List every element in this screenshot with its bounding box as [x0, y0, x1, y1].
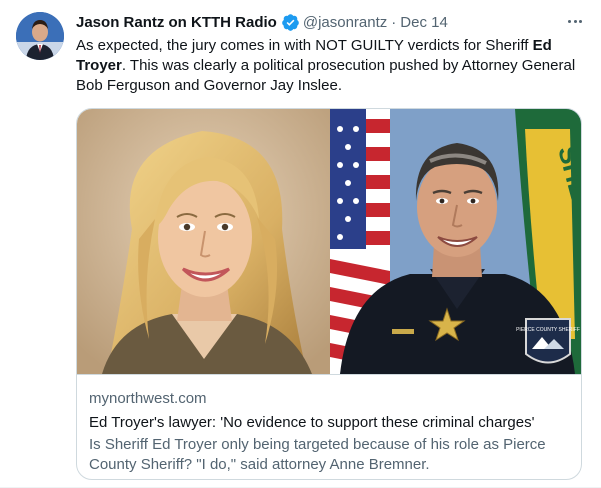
- portrait-sheriff-image: SHERIFF PIERCE COUNTY SHERIFF: [330, 109, 581, 374]
- link-card[interactable]: SHERIFF PIERCE COUNTY SHERIFF mynorthwes…: [76, 108, 582, 480]
- link-card-title: Ed Troyer's lawyer: 'No evidence to supp…: [89, 414, 535, 431]
- patch-text: PIERCE COUNTY SHERIFF: [516, 327, 580, 333]
- tweet[interactable]: Jason Rantz on KTTH Radio @jasonrantz · …: [0, 0, 601, 488]
- tweet-text-part1: As expected, the jury comes in with NOT …: [76, 37, 533, 54]
- profile-avatar-icon: [16, 12, 64, 60]
- link-card-domain: mynorthwest.com: [89, 390, 207, 407]
- tweet-date[interactable]: Dec 14: [400, 14, 448, 31]
- header-separator: ·: [391, 13, 397, 31]
- link-card-description: Is Sheriff Ed Troyer only being targeted…: [89, 436, 546, 473]
- tweet-header: Jason Rantz on KTTH Radio @jasonrantz · …: [76, 12, 586, 32]
- tweet-text-part2: . This was clearly a political prosecuti…: [76, 57, 576, 94]
- verified-badge-icon: [281, 13, 300, 32]
- tweet-content: Jason Rantz on KTTH Radio @jasonrantz · …: [76, 12, 586, 96]
- ellipsis-icon[interactable]: [564, 10, 586, 32]
- avatar[interactable]: [16, 12, 64, 60]
- portrait-woman-image: [77, 109, 330, 374]
- link-card-image[interactable]: SHERIFF PIERCE COUNTY SHERIFF: [77, 109, 581, 374]
- author-handle[interactable]: @jasonrantz: [303, 14, 387, 31]
- link-card-body[interactable]: mynorthwest.com Ed Troyer's lawyer: 'No …: [77, 374, 581, 479]
- display-name[interactable]: Jason Rantz on KTTH Radio: [76, 14, 277, 31]
- tweet-text: As expected, the jury comes in with NOT …: [76, 36, 586, 96]
